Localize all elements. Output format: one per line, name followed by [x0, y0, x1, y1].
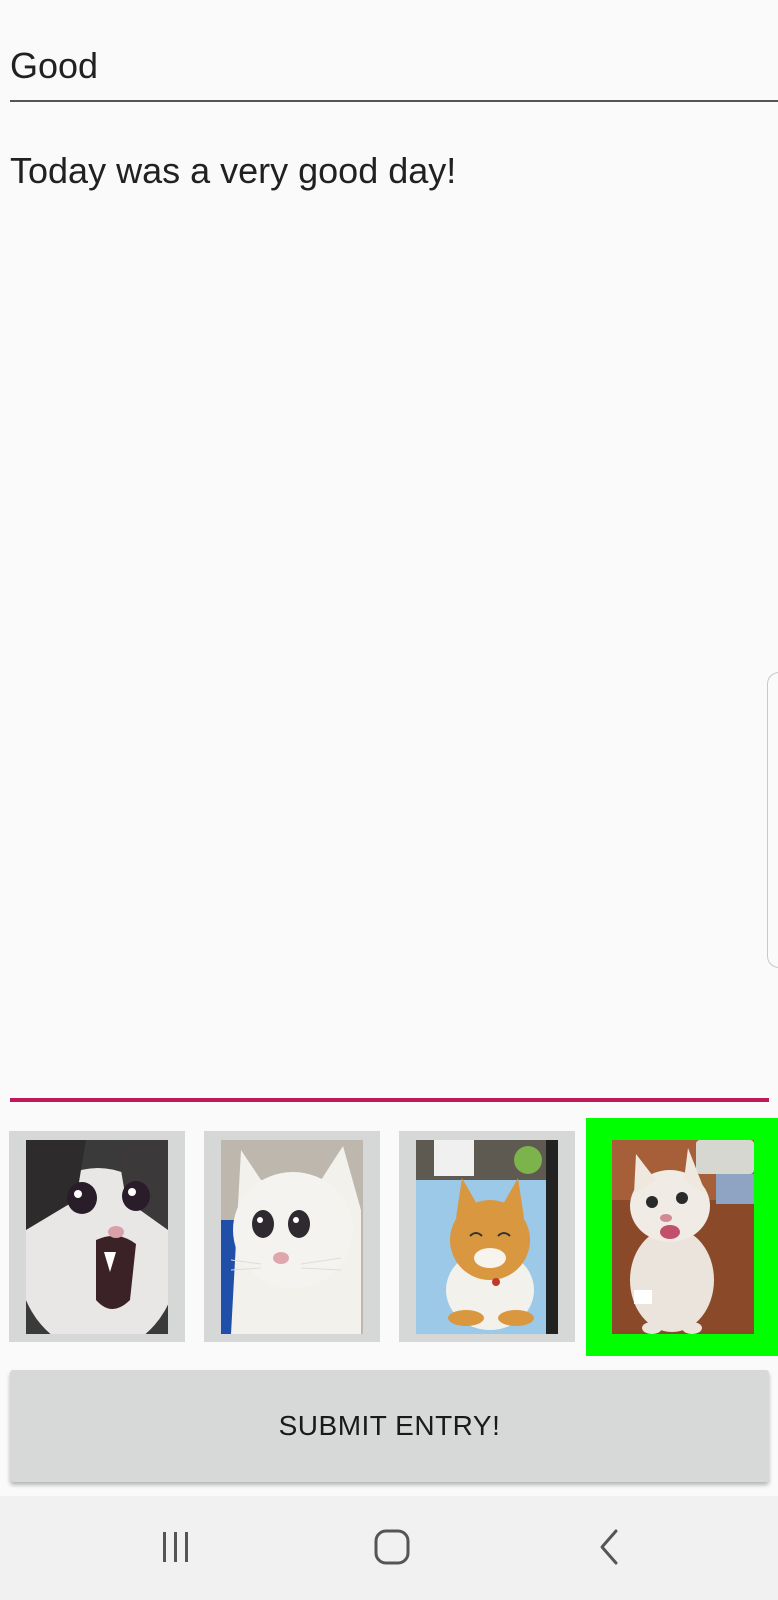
crying-cat-image — [221, 1140, 363, 1334]
entry-title-value: Good — [10, 45, 99, 86]
screaming-cat-image — [26, 1140, 168, 1334]
happy-cat-image — [612, 1140, 754, 1334]
entry-body-input[interactable]: Today was a very good day! — [10, 148, 760, 194]
recent-apps-icon — [163, 1532, 188, 1562]
mood-option-2[interactable] — [204, 1131, 380, 1342]
home-button[interactable] — [362, 1520, 422, 1574]
back-button[interactable] — [580, 1520, 640, 1574]
entry-body-value: Today was a very good day! — [10, 150, 457, 191]
entry-title-input[interactable]: Good — [10, 36, 778, 102]
navigation-bar — [0, 1496, 778, 1600]
submit-entry-button[interactable]: SUBMIT ENTRY! — [10, 1370, 769, 1482]
home-icon — [374, 1529, 410, 1565]
mood-option-3[interactable] — [399, 1131, 575, 1342]
content-cat-image — [416, 1140, 558, 1334]
edge-panel-handle[interactable] — [767, 672, 778, 968]
submit-entry-label: SUBMIT ENTRY! — [278, 1410, 501, 1441]
mood-option-1[interactable] — [9, 1131, 185, 1342]
mood-option-4[interactable] — [586, 1118, 778, 1356]
back-icon — [600, 1529, 618, 1565]
entry-body-underline — [10, 1098, 769, 1102]
recent-apps-button[interactable] — [145, 1520, 205, 1574]
